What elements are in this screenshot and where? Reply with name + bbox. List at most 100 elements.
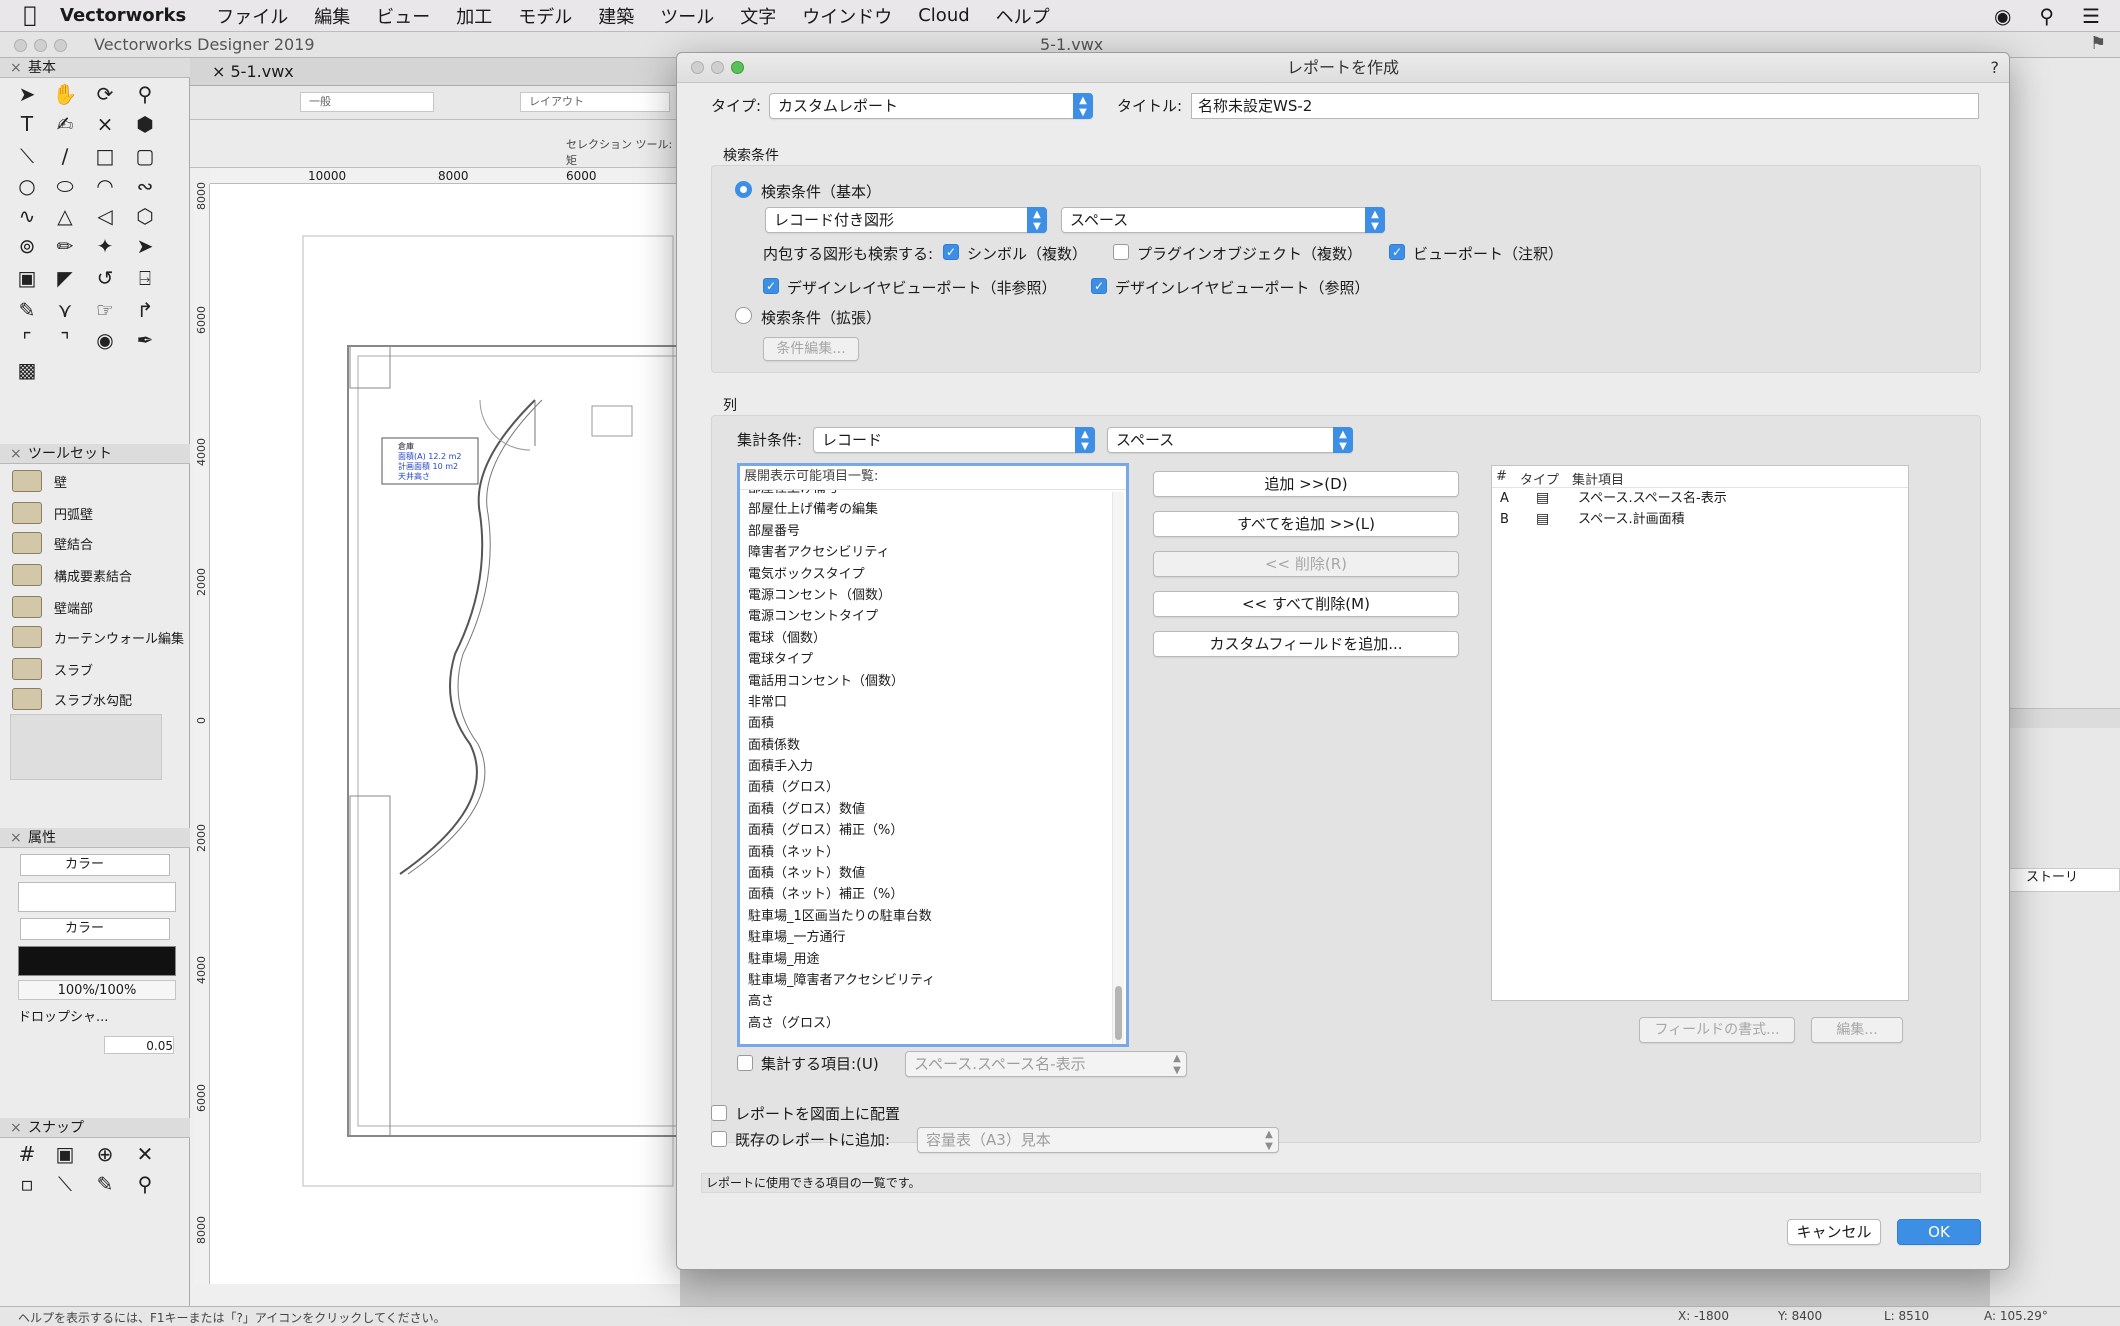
arc-tool-icon[interactable]: ◠: [90, 172, 120, 200]
existing-report-select[interactable]: 容量表（A3）見本 ▲ ▼: [917, 1127, 1279, 1153]
list-item[interactable]: 面積（ネット）補正（%）: [740, 884, 1100, 905]
list-item[interactable]: 電気ボックスタイプ: [740, 564, 1100, 585]
dialog-close-button[interactable]: [691, 61, 704, 74]
menu-view[interactable]: ビュー: [376, 3, 430, 29]
chamfer-tool-icon[interactable]: ⌜: [12, 326, 42, 354]
edit-criteria-button[interactable]: 条件編集...: [763, 337, 859, 361]
table-row[interactable]: B ▤ スペース.計画面積: [1492, 509, 1908, 530]
list-item[interactable]: 面積手入力: [740, 756, 1100, 777]
report-title-field[interactable]: 名称未設定WS-2: [1191, 93, 1979, 119]
list-item[interactable]: 駐車場_一方通行: [740, 927, 1100, 948]
list-item[interactable]: 駐車場_1区画当たりの駐車台数: [740, 906, 1100, 927]
notification-list-icon[interactable]: ☰: [2082, 4, 2100, 28]
list-item[interactable]: 電源コンセント（個数）: [740, 585, 1100, 606]
toolset-category-grid[interactable]: [10, 714, 162, 780]
aggregate-select[interactable]: レコード ▲ ▼: [813, 427, 1095, 453]
double-polygon-tool-icon[interactable]: ◁: [90, 202, 120, 230]
summarize-label[interactable]: 集計する項目:(U): [761, 1053, 879, 1074]
polygon-tool-icon[interactable]: △: [50, 202, 80, 230]
toolset-item-round-wall[interactable]: 円弧壁: [12, 498, 93, 528]
spotlight-search-icon[interactable]: ⚲: [2039, 4, 2054, 28]
remove-all-button[interactable]: << すべて削除(M): [1153, 591, 1459, 617]
add-button[interactable]: 追加 >>(D): [1153, 471, 1459, 497]
list-item[interactable]: 面積（ネット）数値: [740, 863, 1100, 884]
attribute-mapping-tool-icon[interactable]: ✦: [90, 232, 120, 260]
fill-style-select[interactable]: カラー: [20, 854, 170, 876]
eyedropper-tool-icon[interactable]: ✏: [50, 232, 80, 260]
pan-tool-icon[interactable]: ✋: [50, 80, 80, 108]
flyover-tool-icon[interactable]: ⟳: [90, 80, 120, 108]
search-basic-radio[interactable]: [735, 181, 752, 198]
rotate-tool-icon[interactable]: ↺: [90, 264, 120, 292]
regular-polygon-tool-icon[interactable]: ⬡: [130, 202, 160, 230]
list-item[interactable]: 電球タイプ: [740, 649, 1100, 670]
summarize-select[interactable]: スペース.スペース名-表示 ▲ ▼: [905, 1051, 1187, 1077]
viewport-checkbox[interactable]: ✓: [1389, 244, 1405, 260]
scroll-thumb[interactable]: [1115, 986, 1122, 1040]
add-custom-field-button[interactable]: カスタムフィールドを追加...: [1153, 631, 1459, 657]
visibility-tool-icon[interactable]: ➤: [130, 232, 160, 260]
menu-window[interactable]: ウインドウ: [802, 3, 892, 29]
close-window-button[interactable]: [14, 39, 27, 52]
column-header-item[interactable]: 集計項目: [1572, 469, 1624, 488]
callout-tool-icon[interactable]: ✍: [50, 110, 80, 138]
search-target-select[interactable]: レコード付き図形 ▲ ▼: [765, 207, 1047, 233]
list-item[interactable]: 電話用コンセント（個数）: [740, 671, 1100, 692]
available-list-scrollbar[interactable]: [1112, 492, 1124, 1044]
viewport-checkbox-label[interactable]: ビューポート（注釈）: [1413, 243, 1563, 264]
freehand-tool-icon[interactable]: ∾: [130, 172, 160, 200]
menu-text[interactable]: 文字: [740, 3, 776, 29]
line-weight-field[interactable]: 0.05: [104, 1036, 174, 1054]
search-extended-label[interactable]: 検索条件（拡張）: [761, 307, 881, 328]
symbol-checkbox[interactable]: ✓: [943, 244, 959, 260]
add-existing-checkbox[interactable]: [711, 1131, 727, 1147]
toolset-item-wall-end[interactable]: 壁端部: [12, 592, 93, 622]
double-line-tool-icon[interactable]: ∕: [50, 142, 80, 170]
pen-style-select[interactable]: カラー: [20, 918, 170, 940]
list-item[interactable]: 障害者アクセシビリティ: [740, 542, 1100, 563]
layer-select[interactable]: レイアウト: [520, 92, 670, 112]
polyline-tool-icon[interactable]: ∿: [12, 202, 42, 230]
toolset-item-slab-drainage[interactable]: スラブ水勾配: [12, 684, 132, 714]
drawing-canvas[interactable]: 倉庫 面積(A) 12.2 m2 計画面積 10 m2 天井高さ: [210, 184, 680, 1284]
toolset-item-wall[interactable]: 壁: [12, 466, 67, 496]
trim-tool-icon[interactable]: ✒: [130, 326, 160, 354]
toolset-item-wall-join[interactable]: 壁結合: [12, 528, 93, 558]
menu-model[interactable]: モデル: [518, 3, 572, 29]
toolset-item-curtain-wall[interactable]: カーテンウォール編集: [12, 622, 184, 652]
opacity-field[interactable]: 100%/100%: [18, 980, 176, 1000]
place-on-drawing-label[interactable]: レポートを図面上に配置: [735, 1103, 900, 1124]
list-item[interactable]: 部屋番号: [740, 521, 1100, 542]
search-extended-radio[interactable]: [735, 307, 752, 324]
fill-preview[interactable]: [18, 882, 176, 912]
connect-tool-icon[interactable]: ☞: [90, 296, 120, 324]
close-icon[interactable]: ×: [10, 444, 22, 464]
list-item[interactable]: 駐車場_障害者アクセシビリティ: [740, 970, 1100, 991]
text-tool-icon[interactable]: T: [12, 110, 42, 138]
menu-app[interactable]: Vectorworks: [60, 5, 186, 26]
column-header-id[interactable]: #: [1496, 469, 1507, 484]
list-item[interactable]: 面積（ネット）: [740, 842, 1100, 863]
field-format-button[interactable]: フィールドの書式...: [1639, 1017, 1795, 1043]
dlvp-ref-checkbox[interactable]: ✓: [1091, 278, 1107, 294]
list-item[interactable]: 部屋仕上げ備考の編集: [740, 499, 1100, 520]
menu-tools[interactable]: ツール: [660, 3, 714, 29]
search-basic-label[interactable]: 検索条件（基本）: [761, 181, 881, 202]
menu-architect[interactable]: 建築: [598, 3, 634, 29]
list-item[interactable]: 部屋仕上げ備考: [740, 490, 1100, 499]
fillet-arc-tool-icon[interactable]: ⌝: [50, 326, 80, 354]
table-row[interactable]: A ▤ スペース.スペース名-表示: [1492, 488, 1908, 509]
snap-tangent-icon[interactable]: ✕: [130, 1140, 160, 1168]
report-type-select[interactable]: カスタムレポート ▲ ▼: [769, 93, 1093, 119]
close-icon[interactable]: ×: [10, 828, 22, 848]
split-tool-icon[interactable]: ⋎: [50, 296, 80, 324]
list-item[interactable]: 面積（グロス）補正（%）: [740, 820, 1100, 841]
spiral-tool-icon[interactable]: ⊚: [12, 232, 42, 260]
rectangle-tool-icon[interactable]: □: [90, 142, 120, 170]
close-icon[interactable]: ×: [10, 1118, 22, 1138]
aggregate-record-select[interactable]: スペース ▲ ▼: [1107, 427, 1353, 453]
edit-button[interactable]: 編集...: [1811, 1017, 1903, 1043]
clip-tool-icon[interactable]: ▣: [12, 264, 42, 292]
place-on-drawing-checkbox[interactable]: [711, 1105, 727, 1121]
zoom-window-button[interactable]: [54, 39, 67, 52]
